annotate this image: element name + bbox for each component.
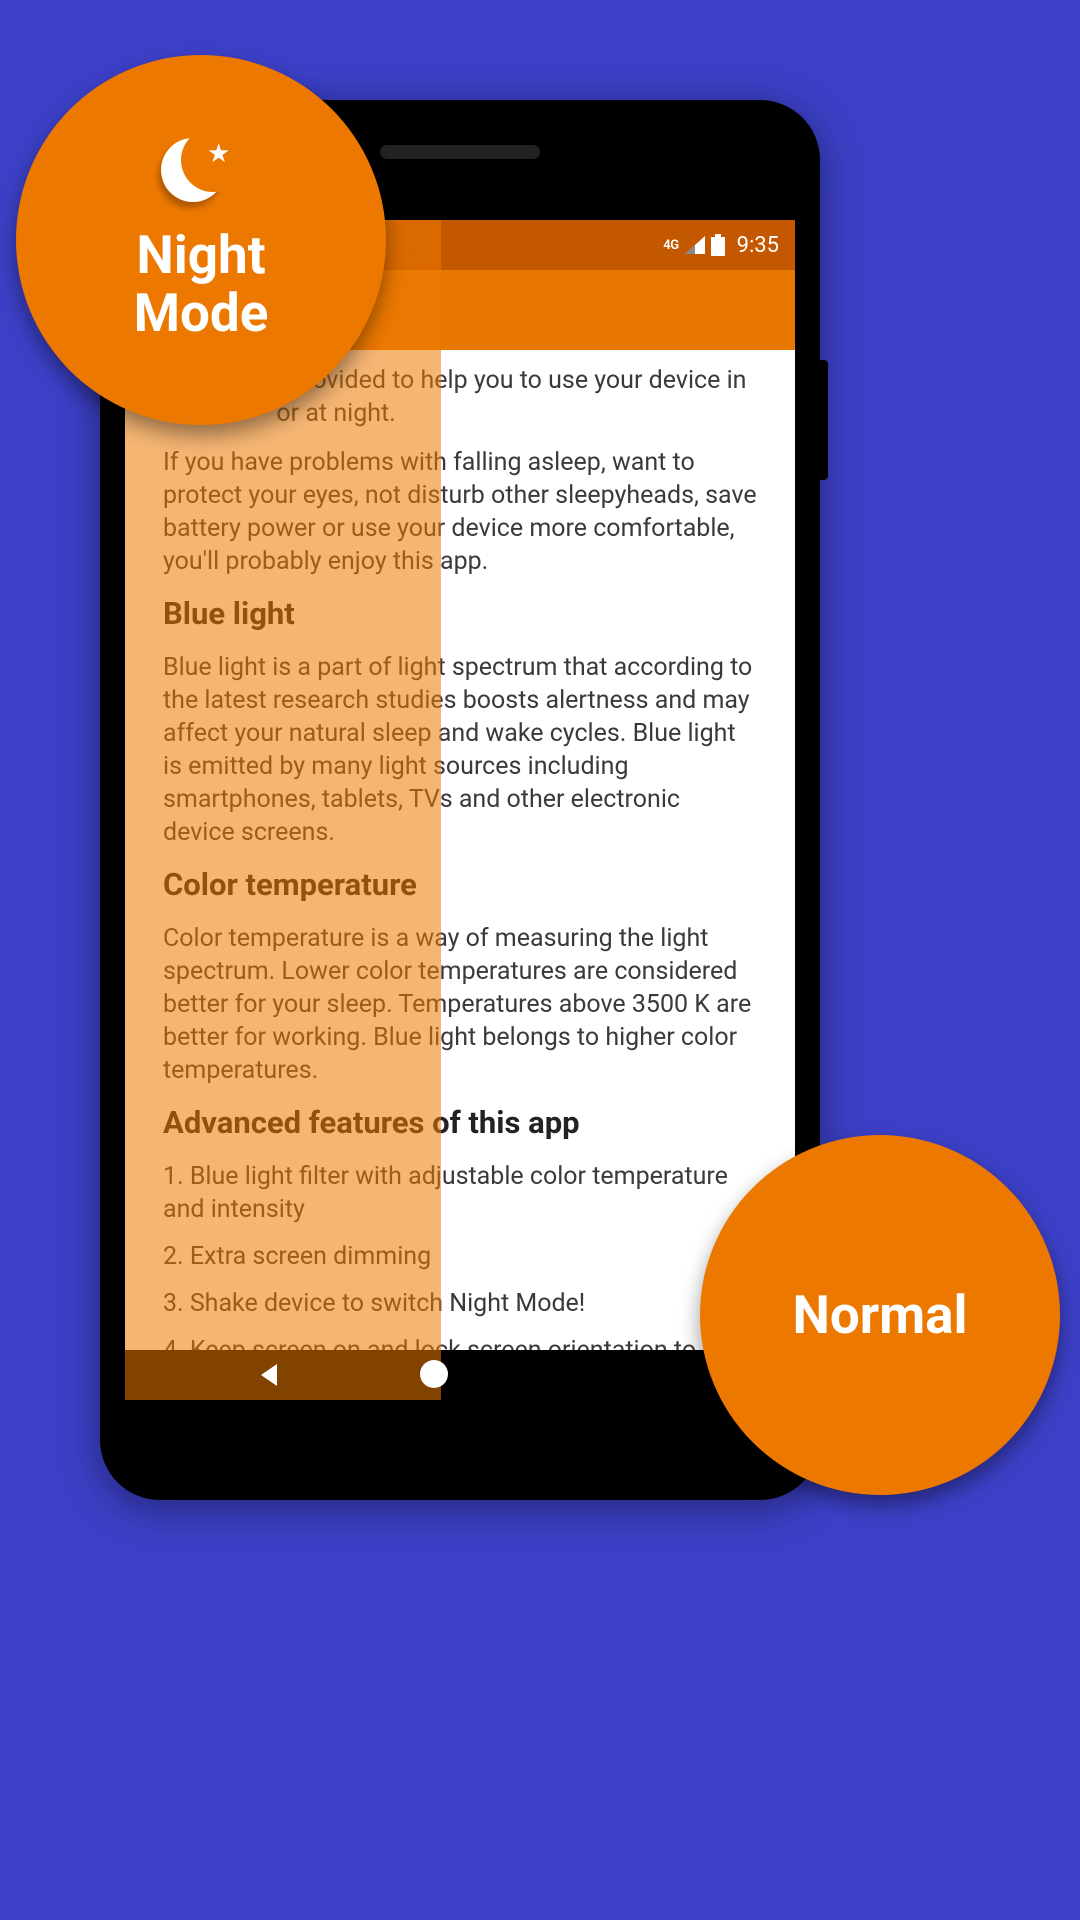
normal-mode-badge[interactable]: Normal — [700, 1135, 1060, 1495]
heading-blue-light: Blue light — [163, 594, 757, 635]
home-icon[interactable] — [420, 1360, 448, 1388]
heading-color-temp: Color temperature — [163, 865, 757, 906]
feature-item-1: 1. Blue light filter with adjustable col… — [163, 1160, 757, 1226]
feature-item-4: 4. Keep screen on and lock screen orient… — [163, 1334, 757, 1350]
navigation-bar — [125, 1350, 795, 1400]
article-content: This app is provided to help you to use … — [125, 350, 795, 1350]
night-mode-badge[interactable]: ★ Night Mode — [16, 55, 386, 425]
night-badge-line1: Night — [136, 224, 265, 286]
normal-badge-label: Normal — [792, 1286, 967, 1344]
heading-features: Advanced features of this app — [163, 1103, 757, 1144]
paragraph-blue-light: Blue light is a part of light spectrum t… — [163, 651, 757, 849]
phone-speaker — [380, 145, 540, 159]
night-badge-line2: Mode — [134, 282, 269, 344]
signal-icon — [685, 236, 705, 254]
status-time: 9:35 — [737, 233, 779, 258]
intro-paragraph-2: If you have problems with falling asleep… — [163, 446, 757, 578]
back-icon[interactable] — [255, 1360, 285, 1394]
feature-item-3: 3. Shake device to switch Night Mode! — [163, 1287, 757, 1320]
network-label: 4G — [663, 238, 678, 253]
moon-icon: ★ — [161, 138, 241, 208]
feature-item-2: 2. Extra screen dimming — [163, 1240, 757, 1273]
phone-side-button — [820, 360, 828, 480]
paragraph-color-temp: Color temperature is a way of measuring … — [163, 922, 757, 1087]
battery-icon — [711, 234, 725, 256]
